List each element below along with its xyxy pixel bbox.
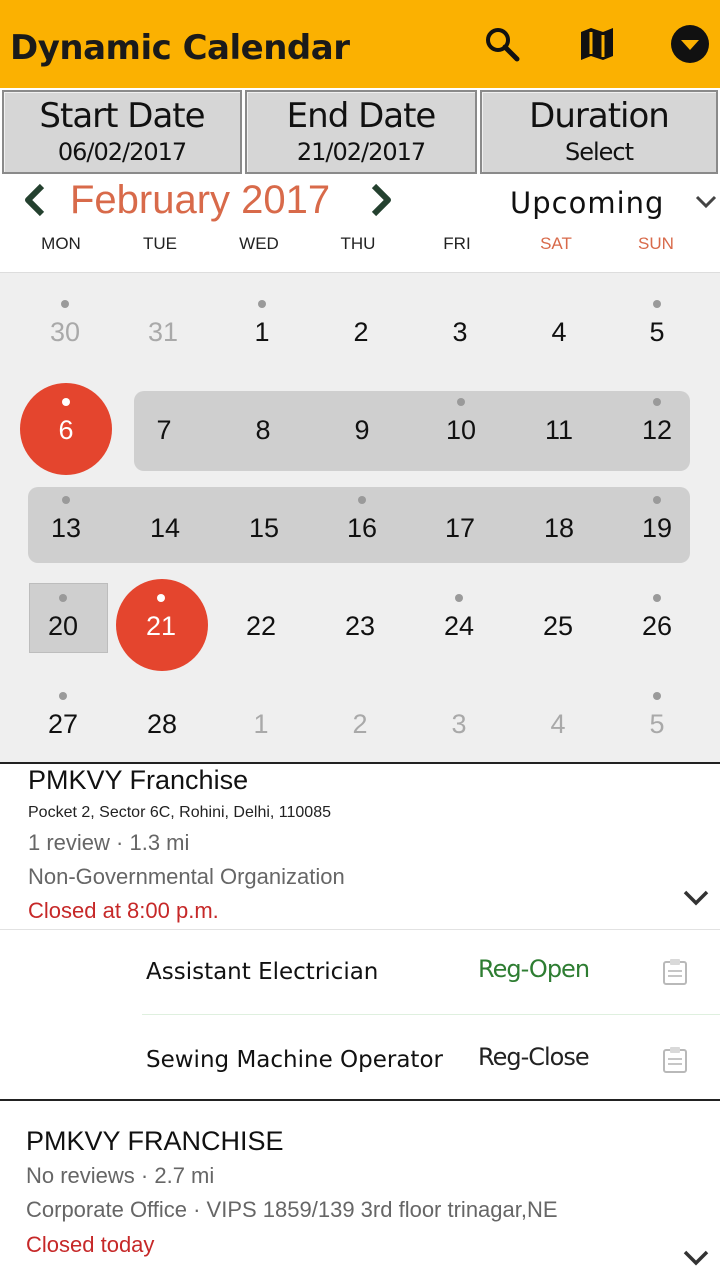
day-cell[interactable]: 19 [608,469,706,567]
search-icon[interactable] [482,24,522,64]
day-cell[interactable]: 23 [311,567,409,665]
listing-hours: Closed today [26,1232,155,1257]
divider [0,929,720,930]
clipboard-icon[interactable] [662,958,688,986]
day-cell[interactable]: 3 [410,665,508,763]
start-date-label: Start Date [39,96,205,136]
day-cell[interactable]: 9 [313,371,411,469]
day-cell[interactable]: 14 [116,469,214,567]
day-cell[interactable]: 22 [212,567,310,665]
app-title: Dynamic Calendar [10,28,350,68]
expand-chevron-icon[interactable] [682,1248,710,1268]
listing-address: Pocket 2, Sector 6C, Rohini, Delhi, 1100… [28,804,331,821]
map-icon[interactable] [577,24,617,64]
weekday-fri: FRI [443,234,471,253]
listing-hours: Closed at 8:00 p.m. [28,898,219,923]
day-cell[interactable]: 7 [115,371,213,469]
weekday-tue: TUE [143,234,177,253]
start-date-tab[interactable]: Start Date 06/02/2017 [2,90,242,174]
day-cell[interactable]: 1 [212,665,310,763]
day-cell[interactable]: 20 [14,567,112,665]
end-date-value: 21/02/2017 [296,138,426,166]
day-cell[interactable]: 24 [410,567,508,665]
day-cell[interactable]: 4 [509,665,607,763]
day-cell[interactable]: 26 [608,567,706,665]
listing-address: Corporate Office · VIPS 1859/139 3rd flo… [26,1197,558,1222]
course-status-closed: Reg-Close [478,1043,590,1071]
divider [142,1014,720,1015]
calendar-header: February 2017 Upcoming MON TUE WED THU F… [0,176,720,272]
start-date-value: 06/02/2017 [57,138,187,166]
app-bar: Dynamic Calendar [0,0,720,88]
course-title[interactable]: Assistant Electrician [146,959,378,985]
chevron-down-icon[interactable] [694,194,718,210]
duration-tab[interactable]: Duration Select [480,90,718,174]
day-cell[interactable]: 2 [311,665,409,763]
day-cell-selected-end[interactable]: 21 [112,567,210,665]
day-cell[interactable]: 15 [215,469,313,567]
day-cell[interactable]: 3 [411,273,509,371]
clipboard-icon[interactable] [662,1046,688,1074]
listing-reviews: 1 review · 1.3 mi [28,830,190,855]
day-cell[interactable]: 17 [411,469,509,567]
day-cell[interactable]: 11 [510,371,608,469]
divider [0,1099,720,1101]
duration-value: Select [564,138,634,166]
weekday-mon: MON [41,234,81,253]
listing-name[interactable]: PMKVY FRANCHISE [26,1126,284,1157]
month-title: February 2017 [70,178,331,222]
weekday-sun: SUN [638,234,674,253]
listing-reviews: No reviews · 2.7 mi [26,1163,215,1188]
day-cell[interactable]: 4 [510,273,608,371]
day-cell[interactable]: 25 [509,567,607,665]
listing-name[interactable]: PMKVY Franchise [28,765,248,796]
prev-month-icon[interactable] [20,180,50,220]
weekday-thu: THU [340,234,376,253]
course-title[interactable]: Sewing Machine Operator [146,1047,443,1073]
day-cell[interactable]: 5 [608,273,706,371]
upcoming-filter[interactable]: Upcoming [510,186,664,220]
end-date-label: End Date [286,96,437,136]
duration-label: Duration [529,96,670,136]
day-cell[interactable]: 13 [17,469,115,567]
day-cell[interactable]: 16 [313,469,411,567]
day-cell-selected-start[interactable]: 6 [17,371,115,469]
day-cell[interactable]: 8 [214,371,312,469]
day-cell[interactable]: 31 [114,273,212,371]
day-cell[interactable]: 5 [608,665,706,763]
day-cell[interactable]: 10 [412,371,510,469]
calendar-grid: 30 31 1 2 3 4 5 6 7 8 9 10 11 12 13 14 1… [0,272,720,762]
day-cell[interactable]: 28 [113,665,211,763]
day-cell[interactable]: 30 [16,273,114,371]
day-cell[interactable]: 1 [213,273,311,371]
expand-chevron-icon[interactable] [682,888,710,908]
weekday-sat: SAT [540,234,572,253]
listing-category: Non-Governmental Organization [28,864,345,889]
next-month-icon[interactable] [366,180,396,220]
day-cell[interactable]: 2 [312,273,410,371]
day-cell[interactable]: 18 [510,469,608,567]
divider [0,762,720,764]
dropdown-circle-icon[interactable] [670,24,710,64]
course-status-open: Reg-Open [478,955,590,983]
date-tabs: Start Date 06/02/2017 End Date 21/02/201… [0,88,720,176]
day-cell[interactable]: 27 [14,665,112,763]
weekday-wed: WED [239,234,279,253]
end-date-tab[interactable]: End Date 21/02/2017 [245,90,477,174]
day-cell[interactable]: 12 [608,371,706,469]
